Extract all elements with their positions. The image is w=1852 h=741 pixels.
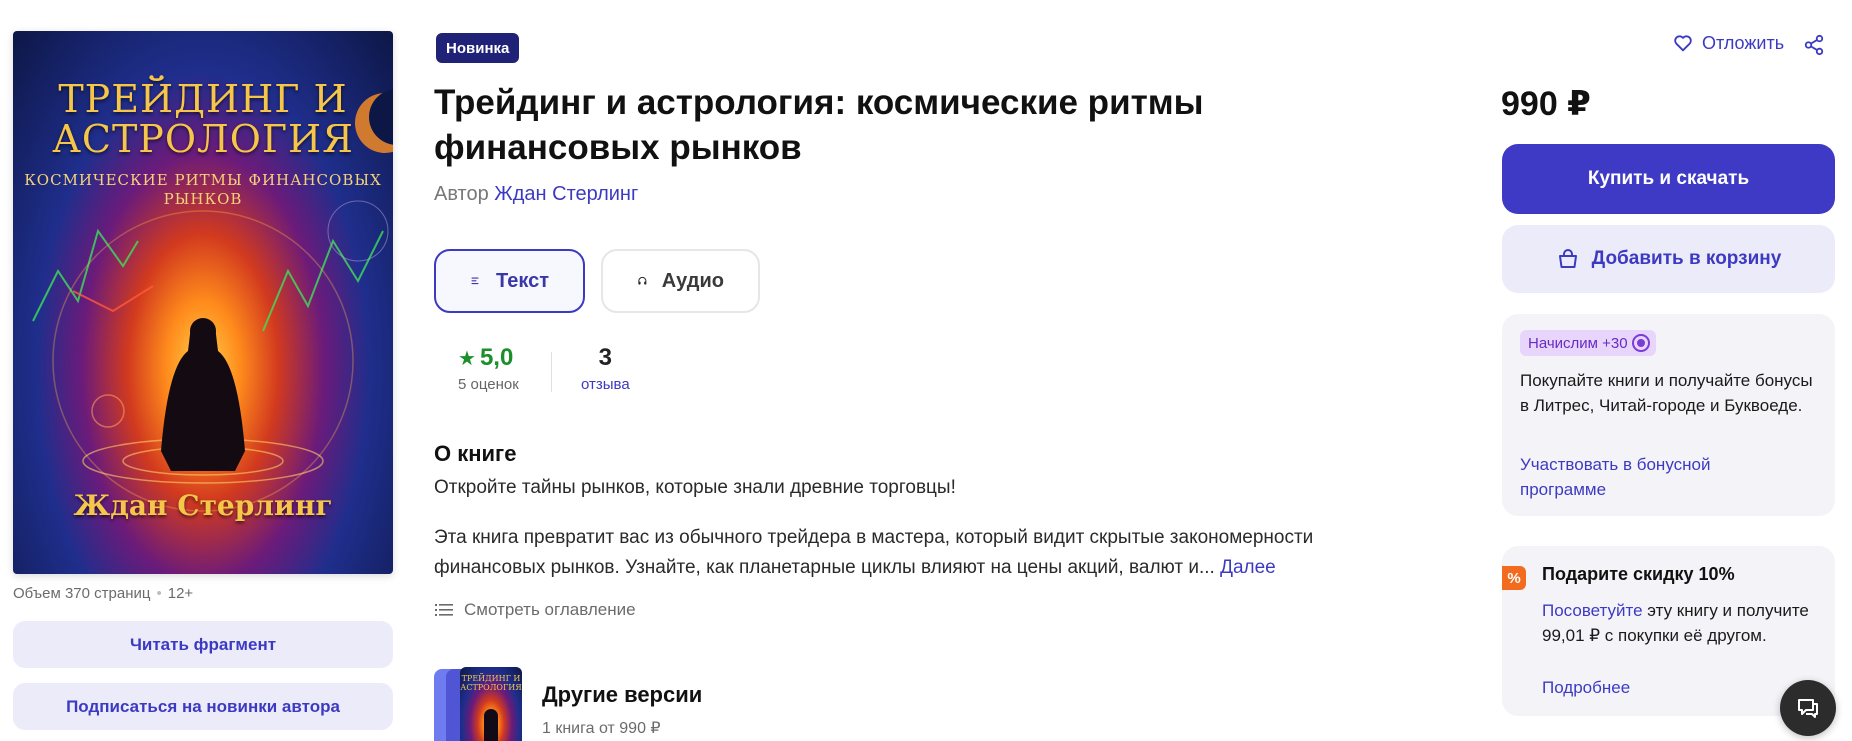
star-icon: ★ (458, 348, 476, 370)
text-lines-icon (471, 277, 479, 285)
gift-title: Подарите скидку 10% (1542, 564, 1735, 584)
postpone-button[interactable]: Отложить (1672, 32, 1784, 54)
book-cover[interactable]: ТРЕЙДИНГ И АСТРОЛОГИЯ КОСМИЧЕСКИЕ РИТМЫ … (13, 31, 393, 574)
headphones-icon (638, 276, 647, 285)
format-text-button[interactable]: Текст (434, 249, 585, 313)
toc-link[interactable]: Смотреть оглавление (434, 600, 636, 620)
reviews-link[interactable]: отзыва (581, 376, 630, 393)
format-audio-label: Аудио (661, 269, 724, 292)
reviews-count: 3 (598, 344, 613, 371)
rating-count: 5 оценок (458, 376, 519, 393)
add-to-cart-label: Добавить в корзину (1591, 248, 1782, 269)
author-line: Автор Ждан Стерлинг (434, 183, 638, 206)
chat-icon (1798, 699, 1818, 718)
read-fragment-button[interactable]: Читать фрагмент (13, 621, 393, 668)
list-icon (435, 604, 453, 616)
rating-divider (551, 352, 552, 392)
bonus-text: Покупайте книги и получайте бонусы в Лит… (1520, 371, 1813, 415)
bonus-coin-icon (1631, 334, 1650, 352)
new-badge: Новинка (436, 33, 520, 63)
rating-block[interactable]: ★ 5,0 5 оценок (458, 344, 519, 393)
bonus-badge-label: Начислим +30 (1528, 334, 1628, 352)
version-cover-figure (484, 709, 498, 741)
share-icon[interactable] (1803, 34, 1825, 56)
read-more-link[interactable]: Далее (1220, 557, 1276, 578)
about-body: Эта книга превратит вас из обычного трей… (434, 523, 1414, 583)
about-lead: Откройте тайны рынков, которые знали дре… (434, 477, 956, 498)
reviews-block[interactable]: 3 отзыва (581, 344, 630, 393)
bonus-program-link[interactable]: Участвовать в бонусной программе (1520, 452, 1780, 502)
heart-icon (1674, 35, 1692, 52)
age-rating: 12+ (167, 585, 194, 602)
cover-title: ТРЕЙДИНГ И АСТРОЛОГИЯ (52, 77, 354, 161)
percent-icon: % (1502, 566, 1526, 590)
about-heading: О книге (434, 441, 517, 466)
recommend-link[interactable]: Посоветуйте (1542, 601, 1643, 620)
book-title: Трейдинг и астрология: космические ритмы… (434, 83, 1204, 167)
author-prefix: Автор (434, 183, 489, 205)
price: 990 ₽ (1501, 85, 1591, 123)
page-count: Объем 370 страниц (13, 585, 151, 602)
author-link[interactable]: Ждан Стерлинг (494, 183, 638, 205)
book-meta: Объем 370 страниц • 12+ (13, 585, 193, 602)
other-versions-subtitle: 1 книга от 990 ₽ (542, 720, 661, 737)
format-text-label: Текст (495, 269, 549, 292)
basket-icon (1558, 249, 1577, 268)
buy-and-download-button[interactable]: Купить и скачать (1502, 144, 1835, 214)
gift-text: Посоветуйте эту книгу и получите 99,01 ₽… (1542, 598, 1812, 648)
version-cover-title: ТРЕЙДИНГ И АСТРОЛОГИЯ (460, 674, 522, 692)
meta-separator: • (156, 585, 162, 602)
other-versions-title[interactable]: Другие версии (542, 682, 702, 708)
version-cover: ТРЕЙДИНГ И АСТРОЛОГИЯ (460, 667, 522, 741)
cover-author: Ждан Стерлинг (73, 489, 333, 522)
other-versions-thumbnail[interactable]: ТРЕЙДИНГ И АСТРОЛОГИЯ (434, 667, 524, 741)
subscribe-author-button[interactable]: Подписаться на новинки автора (13, 683, 393, 730)
format-audio-button[interactable]: Аудио (601, 249, 760, 313)
add-to-cart-button[interactable]: Добавить в корзину (1502, 225, 1835, 293)
bonus-badge: Начислим +30 (1520, 330, 1656, 356)
gift-more-link[interactable]: Подробнее (1542, 678, 1630, 698)
cover-subtitle: КОСМИЧЕСКИЕ РИТМЫ ФИНАНСОВЫХ РЫНКОВ (24, 171, 382, 208)
support-chat-button[interactable] (1780, 680, 1836, 736)
postpone-label: Отложить (1702, 32, 1785, 53)
toc-label: Смотреть оглавление (464, 600, 636, 619)
rating-value: 5,0 (479, 344, 514, 371)
about-body-text: Эта книга превратит вас из обычного трей… (434, 527, 1314, 578)
bonus-card: Начислим +30 Покупайте книги и получайте… (1502, 314, 1835, 516)
